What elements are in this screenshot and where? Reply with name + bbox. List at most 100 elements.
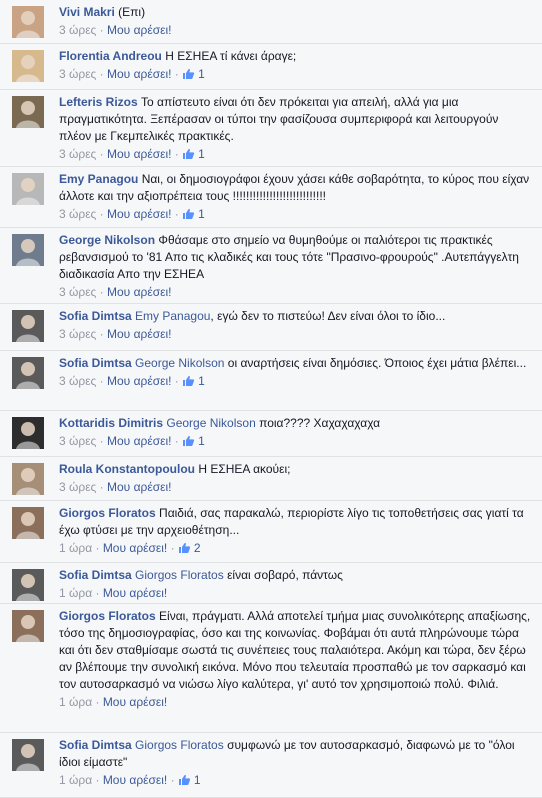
avatar[interactable]	[12, 569, 44, 601]
comment-meta: 3 ώρες · Μου αρέσει!	[59, 327, 172, 341]
comment-item: Giorgos Floratos Παιδιά, σας παρακαλώ, π…	[0, 501, 542, 563]
mentioned-user-link[interactable]: George Nikolson	[166, 416, 255, 430]
like-count[interactable]: 1	[178, 773, 201, 787]
avatar[interactable]	[12, 463, 44, 495]
like-button[interactable]: Μου αρέσει!	[107, 434, 171, 448]
like-count-number: 1	[193, 773, 201, 787]
like-button[interactable]: Μου αρέσει!	[107, 207, 171, 221]
avatar[interactable]	[12, 50, 44, 82]
like-button[interactable]: Μου αρέσει!	[103, 541, 167, 555]
comment-meta: 3 ώρες · Μου αρέσει! · 1	[59, 374, 205, 388]
comment-author-link[interactable]: Sofia Dimtsa	[59, 738, 132, 752]
comment-meta: 3 ώρες · Μου αρέσει!	[59, 285, 172, 299]
comment-author-link[interactable]: George Nikolson	[59, 233, 155, 247]
comment-author-link[interactable]: Florentia Andreou	[59, 49, 162, 63]
avatar[interactable]	[12, 357, 44, 389]
comment-item: Sofia Dimtsa George Nikolson οι αναρτήσε…	[0, 351, 542, 411]
comment-text: (Επι)	[118, 5, 146, 19]
like-button[interactable]: Μου αρέσει!	[107, 67, 171, 81]
avatar[interactable]	[12, 507, 44, 539]
comment-timestamp[interactable]: 3 ώρες	[59, 285, 96, 299]
comment-meta: 1 ώρα · Μου αρέσει!	[59, 586, 168, 600]
comment-body: Giorgos Floratos Είναι, πράγματι. Αλλά α…	[59, 608, 532, 711]
like-count[interactable]: 1	[182, 67, 205, 81]
mentioned-user-link[interactable]: Emy Panagou	[135, 309, 210, 323]
comment-timestamp[interactable]: 3 ώρες	[59, 374, 96, 388]
comment-timestamp[interactable]: 3 ώρες	[59, 480, 96, 494]
avatar[interactable]	[12, 96, 44, 128]
comment-text-line: Emy Panagou Ναι, οι δημοσιογράφοι έχουν …	[59, 171, 532, 205]
comment-timestamp[interactable]: 3 ώρες	[59, 434, 96, 448]
comment-text: οι αναρτήσεις είναι δημόσιες. Όποιος έχε…	[227, 356, 527, 370]
comment-author-link[interactable]: Roula Konstantopoulou	[59, 462, 195, 476]
avatar[interactable]	[12, 173, 44, 205]
like-count[interactable]: 1	[182, 147, 205, 161]
comment-author-link[interactable]: Sofia Dimtsa	[59, 309, 132, 323]
comment-author-link[interactable]: Sofia Dimtsa	[59, 356, 132, 370]
comment-body: Lefteris Rizos Το απίστευτο είναι ότι δε…	[59, 94, 532, 163]
comment-timestamp[interactable]: 1 ώρα	[59, 695, 92, 709]
like-button[interactable]: Μου αρέσει!	[107, 480, 171, 494]
comment-timestamp[interactable]: 1 ώρα	[59, 586, 92, 600]
like-count[interactable]: 1	[182, 207, 205, 221]
comment-author-link[interactable]: Kottaridis Dimitris	[59, 416, 163, 430]
comment-item: Lefteris Rizos Το απίστευτο είναι ότι δε…	[0, 90, 542, 167]
comment-body: Emy Panagou Ναι, οι δημοσιογράφοι έχουν …	[59, 171, 532, 223]
comment-author-link[interactable]: Emy Panagou	[59, 172, 138, 186]
comment-body: Sofia Dimtsa Giorgos Floratos συμφωνώ με…	[59, 737, 532, 789]
mentioned-user-link[interactable]: Giorgos Floratos	[135, 738, 224, 752]
like-count[interactable]: 1	[182, 374, 205, 388]
thumbs-up-icon	[182, 208, 195, 220]
comment-timestamp[interactable]: 1 ώρα	[59, 773, 92, 787]
comment-timestamp[interactable]: 3 ώρες	[59, 67, 96, 81]
comment-timestamp[interactable]: 3 ώρες	[59, 207, 96, 221]
thumbs-up-icon	[178, 542, 191, 554]
comment-author-link[interactable]: Giorgos Floratos	[59, 609, 156, 623]
thumbs-up-icon	[182, 68, 195, 80]
comment-item: Emy Panagou Ναι, οι δημοσιογράφοι έχουν …	[0, 167, 542, 228]
like-count[interactable]: 2	[178, 541, 201, 555]
comment-timestamp[interactable]: 1 ώρα	[59, 541, 92, 555]
like-button[interactable]: Μου αρέσει!	[107, 374, 171, 388]
avatar[interactable]	[12, 417, 44, 449]
like-button[interactable]: Μου αρέσει!	[103, 586, 167, 600]
like-count[interactable]: 1	[182, 434, 205, 448]
like-button[interactable]: Μου αρέσει!	[103, 773, 167, 787]
comment-author-link[interactable]: Giorgos Floratos	[59, 506, 156, 520]
comment-text-line: Kottaridis Dimitris George Nikolson ποια…	[59, 415, 532, 432]
avatar[interactable]	[12, 6, 44, 38]
comment-timestamp[interactable]: 3 ώρες	[59, 147, 96, 161]
comment-item: Florentia Andreou Η ΕΣΗΕΑ τί κάνει άραγε…	[0, 44, 542, 90]
mentioned-user-link[interactable]: George Nikolson	[135, 356, 224, 370]
like-button[interactable]: Μου αρέσει!	[107, 147, 171, 161]
avatar[interactable]	[12, 234, 44, 266]
comment-meta: 3 ώρες · Μου αρέσει!	[59, 480, 172, 494]
comment-text-line: Roula Konstantopoulou Η ΕΣΗΕΑ ακούει;	[59, 461, 532, 478]
comment-text-line: Vivi Makri (Επι)	[59, 4, 532, 21]
thumbs-up-icon	[178, 774, 191, 786]
mentioned-user-link[interactable]: Giorgos Floratos	[135, 568, 224, 582]
comment-text: Η ΕΣΗΕΑ ακούει;	[198, 462, 291, 476]
comment-author-link[interactable]: Sofia Dimtsa	[59, 568, 132, 582]
comment-author-link[interactable]: Lefteris Rizos	[59, 95, 138, 109]
avatar[interactable]	[12, 310, 44, 342]
avatar[interactable]	[12, 610, 44, 642]
avatar[interactable]	[12, 739, 44, 771]
comment-body: Vivi Makri (Επι) 3 ώρες · Μου αρέσει!	[59, 4, 532, 39]
like-button[interactable]: Μου αρέσει!	[107, 285, 171, 299]
like-button[interactable]: Μου αρέσει!	[103, 695, 167, 709]
comment-meta: 1 ώρα · Μου αρέσει!	[59, 695, 168, 709]
thumbs-up-icon	[182, 148, 195, 160]
comment-item: Sofia Dimtsa Giorgos Floratos συμφωνώ με…	[0, 733, 542, 798]
comment-timestamp[interactable]: 3 ώρες	[59, 327, 96, 341]
comment-author-link[interactable]: Vivi Makri	[59, 5, 115, 19]
like-button[interactable]: Μου αρέσει!	[107, 23, 171, 37]
comment-body: Sofia Dimtsa George Nikolson οι αναρτήσε…	[59, 355, 532, 390]
comment-item: Sofia Dimtsa Giorgos Floratos είναι σοβα…	[0, 563, 542, 604]
comment-text-line: Sofia Dimtsa George Nikolson οι αναρτήσε…	[59, 355, 532, 372]
comment-text: είναι σοβαρό, πάντως	[227, 568, 343, 582]
comment-timestamp[interactable]: 3 ώρες	[59, 23, 96, 37]
like-button[interactable]: Μου αρέσει!	[107, 327, 171, 341]
comment-text: Η ΕΣΗΕΑ τί κάνει άραγε;	[165, 49, 297, 63]
comment-text-line: Giorgos Floratos Παιδιά, σας παρακαλώ, π…	[59, 505, 532, 539]
